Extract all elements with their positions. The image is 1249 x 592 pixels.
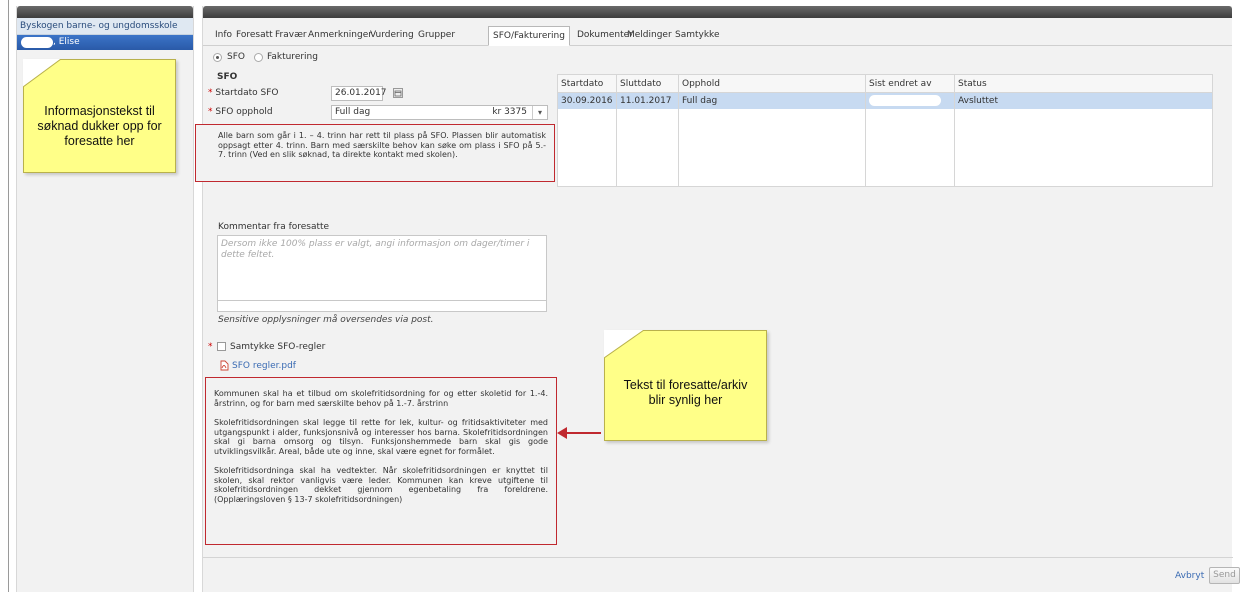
student-name: , Elise (53, 37, 80, 47)
redacted-editor (869, 95, 941, 106)
cancel-link[interactable]: Avbryt (1175, 571, 1204, 581)
footer-divider (203, 557, 1233, 558)
col-startdato[interactable]: Startdato (557, 74, 617, 93)
comment-resize-strip (217, 301, 547, 312)
section-title: SFO (217, 72, 238, 82)
required-marker: * (208, 342, 213, 352)
tab-meldinger[interactable]: Meldinger (627, 30, 672, 40)
window-edge-line (8, 0, 9, 592)
cell-opphold: Full dag (678, 92, 866, 109)
pdf-icon (219, 360, 229, 371)
annotation-note-1-text: Informasjonstekst til søknad dukker opp … (37, 103, 162, 148)
send-button[interactable]: Send (1209, 567, 1240, 584)
opphold-value: Full dag (335, 107, 371, 117)
archive-paragraph-3: Skolefritidsordninga skal ha vedtekter. … (214, 466, 548, 504)
student-item[interactable]: , Elise (17, 35, 193, 50)
table-empty-row (557, 108, 1213, 187)
sfo-radio-label: SFO (227, 52, 245, 62)
opphold-select[interactable]: Full dag kr 3375 ▾ (331, 105, 548, 120)
cell-endret-av (865, 92, 955, 109)
tab-sfo-fakturering[interactable]: SFO/Fakturering (488, 26, 570, 46)
table-header-row: Startdato Sluttdato Opphold Sist endret … (557, 74, 1213, 93)
main-panel: Info Foresatt Fravær Anmerkninger Vurder… (195, 6, 1240, 592)
consent-checkbox[interactable] (217, 342, 226, 351)
tab-samtykke[interactable]: Samtykke (675, 30, 720, 40)
opphold-price: kr 3375 (492, 107, 527, 117)
fakturering-radio-label: Fakturering (267, 52, 318, 62)
sensitive-note: Sensitive opplysninger må oversendes via… (218, 315, 434, 325)
sfo-history-table: Startdato Sluttdato Opphold Sist endret … (557, 74, 1213, 187)
school-name[interactable]: Byskogen barne- og ungdomsskole (17, 18, 193, 35)
main-titlebar (203, 6, 1232, 18)
tab-vurdering[interactable]: Vurdering (370, 30, 414, 40)
comment-label: Kommentar fra foresatte (218, 222, 330, 232)
redacted-name (21, 37, 53, 48)
consent-label: Samtykke SFO-regler (230, 342, 326, 352)
tab-dokumenter[interactable]: Dokumenter (577, 30, 633, 40)
tab-foresatt[interactable]: Foresatt (236, 30, 273, 40)
sfo-radio[interactable] (213, 53, 222, 62)
col-sist-endret[interactable]: Sist endret av (865, 74, 955, 93)
archive-text-box: Kommunen skal ha et tilbud om skolefriti… (205, 377, 557, 545)
chevron-down-icon[interactable]: ▾ (532, 106, 547, 119)
cell-status: Avsluttet (954, 92, 1213, 109)
sfo-info-box: Alle barn som går i 1. – 4. trinn har re… (195, 124, 555, 182)
arrow-left-icon (557, 427, 601, 439)
note-fold-icon (23, 59, 61, 87)
col-opphold[interactable]: Opphold (678, 74, 866, 93)
calendar-icon[interactable] (393, 88, 403, 98)
note-fold-icon-2 (604, 330, 644, 358)
annotation-note-2-text: Tekst til foresatte/arkiv blir synlig he… (623, 377, 748, 407)
sfo-rules-link[interactable]: SFO regler.pdf (232, 361, 296, 371)
tab-grupper[interactable]: Grupper (418, 30, 455, 40)
tab-anmerkninger[interactable]: Anmerkninger (308, 30, 372, 40)
fakturering-radio[interactable] (254, 53, 263, 62)
cell-startdato: 30.09.2016 (557, 92, 617, 109)
archive-paragraph-2: Skolefritidsordningen skal legge til ret… (214, 418, 548, 456)
sidebar-titlebar (17, 6, 193, 18)
tab-info[interactable]: Info (215, 30, 232, 40)
col-status[interactable]: Status (954, 74, 1213, 93)
startdato-input[interactable]: 26.01.2017 (331, 86, 387, 101)
col-sluttdato[interactable]: Sluttdato (616, 74, 679, 93)
startdato-label: * Startdato SFO (208, 88, 279, 98)
tab-bar: Info Foresatt Fravær Anmerkninger Vurder… (203, 26, 1232, 46)
cell-sluttdato: 11.01.2017 (616, 92, 679, 109)
archive-paragraph-1: Kommunen skal ha et tilbud om skolefriti… (214, 389, 548, 408)
tab-fravaer[interactable]: Fravær (275, 30, 307, 40)
sfo-info-text: Alle barn som går i 1. – 4. trinn har re… (218, 131, 546, 159)
comment-textarea[interactable]: Dersom ikke 100% plass er valgt, angi in… (217, 235, 547, 301)
table-row[interactable]: 30.09.2016 11.01.2017 Full dag Avsluttet (557, 92, 1213, 109)
opphold-label: * SFO opphold (208, 107, 273, 117)
